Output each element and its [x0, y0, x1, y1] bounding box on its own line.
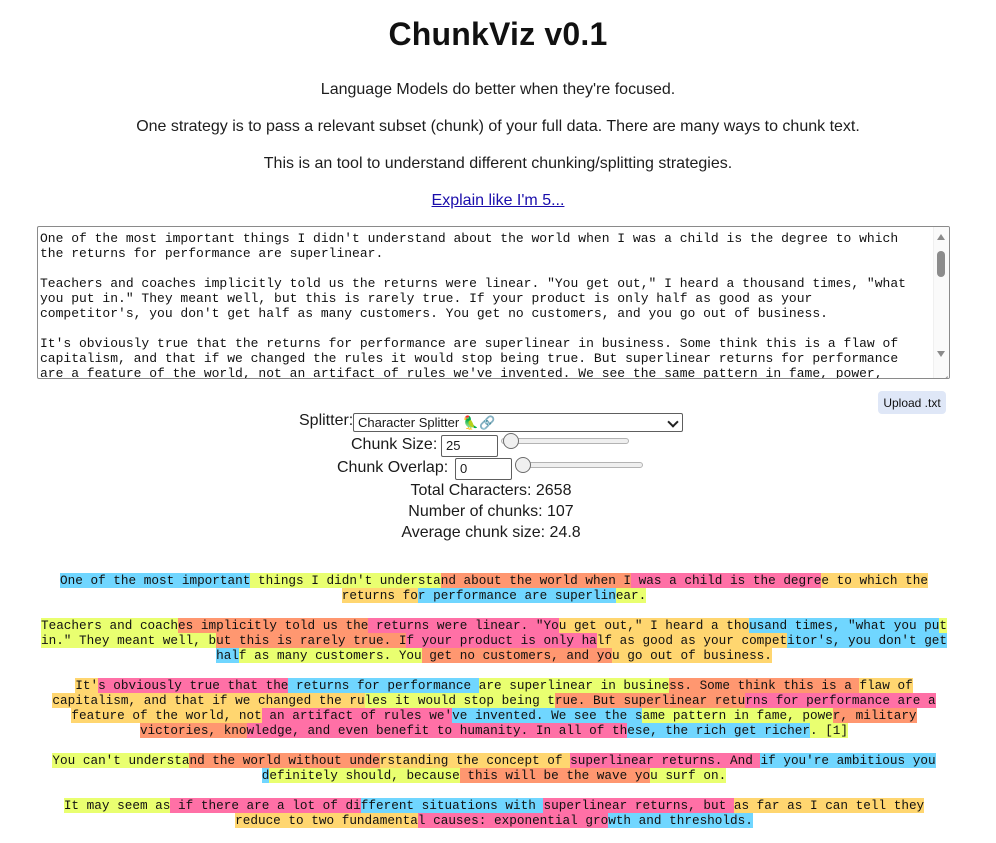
chunk-segment: It': [75, 678, 99, 693]
eli5-link-wrapper: Explain like I'm 5...: [0, 192, 996, 210]
chunk-segment: nd the world without unde: [189, 753, 380, 768]
chunk-segment: ut this is rarely true. I: [216, 633, 407, 648]
text-input-scrollbar[interactable]: [933, 227, 949, 378]
chunk-segment: f your product is only ha: [406, 633, 597, 648]
chunk-size-input[interactable]: 25: [441, 435, 498, 457]
chunk-segment: to: [436, 723, 453, 738]
chunk-segment: this will be the wave yo: [459, 768, 651, 783]
scrollbar-thumb[interactable]: [937, 251, 945, 277]
intro-line-1: Language Models do better when they're f…: [320, 81, 676, 98]
chunk-segment: returns were linear. "Yo: [368, 618, 559, 633]
chunk-overlap-slider-thumb[interactable]: [515, 457, 531, 473]
splitter-label: Splitter:: [299, 412, 354, 429]
chunk-segment: was a child is the degre: [631, 573, 822, 588]
scroll-up-arrow-icon[interactable]: [937, 234, 945, 240]
chunk-segment: performance are superlin: [433, 588, 616, 603]
chunk-segment: l causes: exponential gro: [417, 813, 609, 828]
chunk-size-slider-thumb[interactable]: [503, 433, 520, 449]
chunk-segment: s obviously true that the: [98, 678, 289, 693]
chunk-segment: if there are a lot of di: [170, 798, 361, 813]
chunk-segment: that if we changed the ru: [166, 693, 365, 708]
chunk-segment: ss. Some think this is a: [669, 678, 860, 693]
chunk-segment: Teachers and coach: [40, 618, 179, 633]
chunk-segment: should, because: [337, 768, 460, 783]
splitter-selected-value: Character Splitter 🦜🔗: [358, 415, 496, 430]
chunk-segment: ame pattern in fame, powe: [642, 708, 833, 723]
splitter-select[interactable]: Character Splitter 🦜🔗: [353, 413, 683, 432]
intro-line-3: This is an tool to understand different …: [263, 155, 733, 172]
chunk-segment: u surf on.: [650, 768, 727, 783]
chunk-segment: You can't understa: [52, 753, 190, 768]
chunk-segment: ear.: [615, 588, 647, 603]
chunk-visualization: One of the most important things I didn'…: [38, 573, 950, 843]
chunk-segment: are superlinear in busine: [478, 678, 670, 693]
chunk-segment: es implicitly told us the: [178, 618, 369, 633]
chunk-size-label: Chunk Size:: [351, 436, 438, 453]
chunk-segment: . [1]: [809, 723, 849, 738]
chunk-segment: ese, the rich get richer: [627, 723, 810, 738]
chunk-overlap-label: Chunk Overlap:: [337, 459, 449, 476]
chunk-segment: humanity. In all of th: [452, 723, 628, 738]
chunk-paragraph: It's obviously true that the returns for…: [38, 678, 950, 738]
chunk-segment: wth and thresholds.: [608, 813, 753, 828]
chunk-paragraph: Teachers and coaches implicitly told us …: [38, 618, 950, 663]
resize-grip-icon[interactable]: [937, 366, 948, 377]
average-chunk-size-stat: Average chunk size: 24.8: [401, 524, 581, 541]
chunk-overlap-input[interactable]: 0: [455, 458, 512, 480]
chunk-segment: as far as I can tell they: [733, 798, 925, 813]
chunk-segment: things I didn't understa: [250, 573, 441, 588]
chunk-segment: rstanding the concept of: [379, 753, 571, 768]
scroll-down-arrow-icon[interactable]: [937, 351, 945, 357]
number-of-chunks-stat: Number of chunks: 107: [408, 503, 574, 520]
chunk-segment: superlinear returns. And: [570, 753, 761, 768]
chunk-segment: u get out," I heard a tho: [558, 618, 750, 633]
chunk-segment: rue. But superlinear retu: [554, 693, 746, 708]
chunk-segment: It may seem as: [63, 798, 171, 813]
chunk-size-slider[interactable]: [501, 433, 629, 449]
chunk-segment: u go out of business.: [612, 648, 772, 663]
chunk-segment: feature of the world, not: [71, 708, 262, 723]
explain-like-im-5-link[interactable]: Explain like I'm 5...: [432, 192, 565, 209]
chevron-down-icon: [667, 416, 679, 428]
chunk-segment: wledge, and even benefit: [246, 723, 437, 738]
text-input-area[interactable]: One of the most important things I didn'…: [37, 226, 950, 379]
text-input-content[interactable]: One of the most important things I didn'…: [40, 231, 920, 378]
chunk-segment: returns for performance: [288, 678, 479, 693]
chunk-segment: get no customers, and yo: [421, 648, 613, 663]
chunk-segment: ve invented. We see the s: [452, 708, 643, 723]
chunk-segment: One of the most important: [60, 573, 251, 588]
page-title: ChunkViz v0.1: [388, 16, 608, 52]
intro-line-2: One strategy is to pass a relevant subse…: [136, 118, 860, 135]
chunk-paragraph: It may seem as if there are a lot of dif…: [38, 798, 950, 828]
total-characters-stat: Total Characters: 2658: [410, 482, 572, 499]
chunk-segment: rns for performance are a: [745, 693, 936, 708]
chunk-segment: customers. You: [307, 648, 422, 663]
upload-txt-button[interactable]: Upload .txt: [878, 391, 946, 414]
chunk-segment: f as many: [238, 648, 308, 663]
chunk-segment: efinitely: [269, 768, 338, 783]
chunk-segment: nd about the world when I: [440, 573, 632, 588]
chunk-paragraph: You can't understand the world without u…: [38, 753, 950, 783]
chunk-paragraph: One of the most important things I didn'…: [38, 573, 950, 603]
chunk-segment: r: [417, 588, 434, 603]
chunk-segment: usand times, "what you pu: [749, 618, 940, 633]
chunk-segment: fferent situations with: [360, 798, 544, 813]
chunk-segment: an artifact of rules we': [261, 708, 453, 723]
chunk-segment: superlinear returns, but: [543, 798, 734, 813]
chunk-overlap-slider[interactable]: [515, 457, 643, 473]
chunk-segment: les it would stop being t: [364, 693, 555, 708]
chunk-segment: reduce to two: [235, 813, 335, 828]
chunk-segment: They meant well, b: [71, 633, 217, 648]
chunk-segment: fundamenta: [334, 813, 418, 828]
chunk-segment: lf as good as your compet: [596, 633, 788, 648]
